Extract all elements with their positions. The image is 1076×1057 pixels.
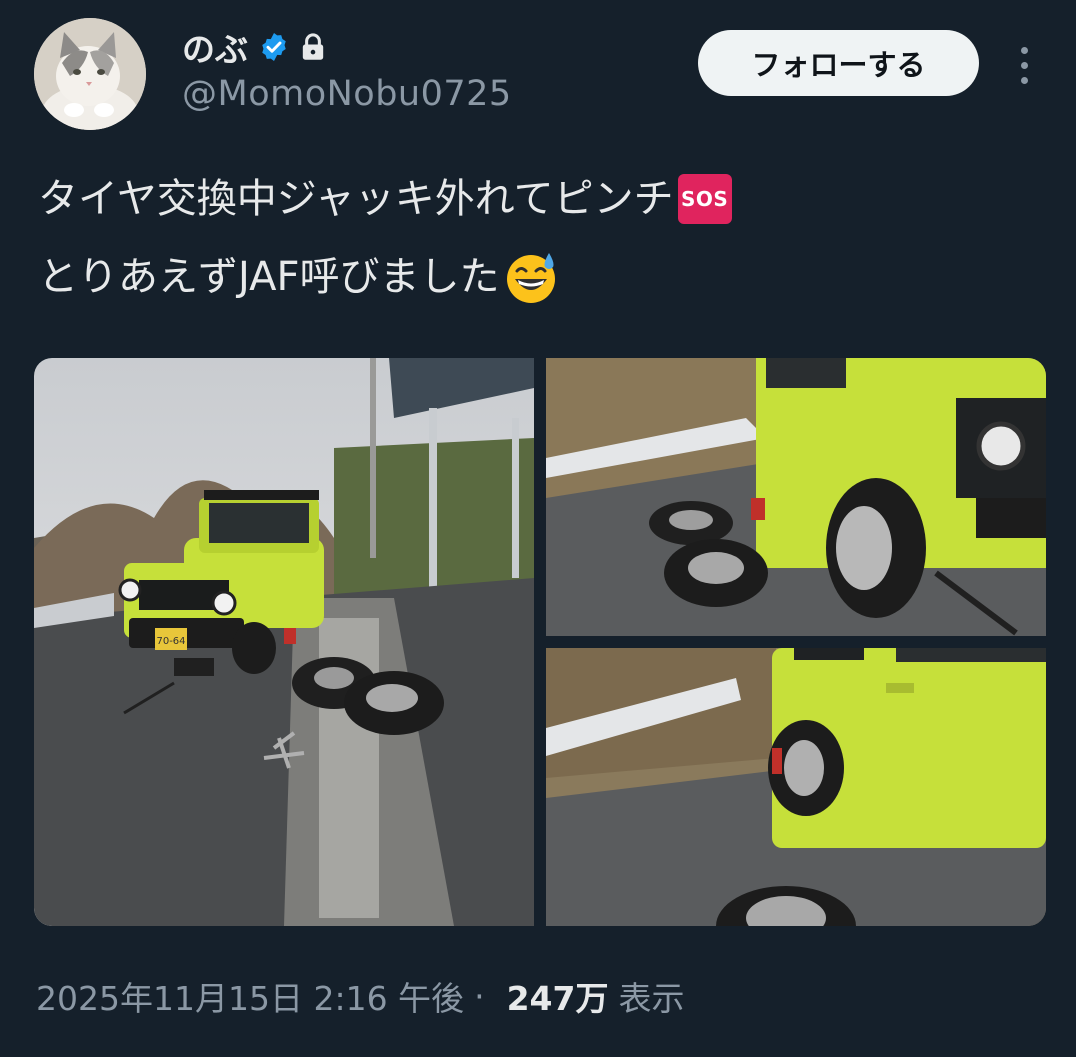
user-handle[interactable]: @MomoNobu0725 [182, 74, 512, 114]
yellow-jimny-on-jack-photo[interactable]: 70-64 [34, 358, 534, 926]
verified-badge-icon [262, 33, 286, 61]
more-dot [1020, 76, 1028, 84]
views-label: 表示 [618, 979, 685, 1018]
meta-separator: · [474, 976, 485, 1016]
media-grid: 70-64 [34, 358, 1046, 926]
display-name[interactable]: のぶ [182, 23, 248, 71]
tweet-line-2-text: とりあえずJAF呼びました [38, 254, 500, 300]
lock-icon [302, 33, 324, 60]
more-dot [1020, 61, 1028, 69]
tweet-line-2: とりあえずJAF呼びました [38, 238, 1038, 316]
avatar[interactable] [34, 18, 146, 130]
rear-wheel-side-photo[interactable] [546, 648, 1046, 926]
name-row: のぶ [182, 24, 326, 70]
tweet-text: タイヤ交換中ジャッキ外れてピンチ SOS とりあえずJAF呼びました [38, 160, 1038, 316]
license-plate-text: 70-64 [156, 636, 185, 647]
more-vertical-icon[interactable] [1006, 40, 1042, 90]
views-count[interactable]: 247万 [507, 972, 609, 1020]
tweet-line-1-text: タイヤ交換中ジャッキ外れてピンチ [38, 176, 674, 222]
tweet-header: のぶ @MomoNobu0725 フォローする [0, 0, 1076, 150]
timestamp[interactable]: 2025年11月15日 2:16 午後 [36, 972, 464, 1020]
tweet-meta: 2025年11月15日 2:16 午後 · 247万 表示 [36, 972, 684, 1020]
sos-emoji-icon: SOS [677, 174, 732, 224]
tweet-line-1: タイヤ交換中ジャッキ外れてピンチ SOS [38, 160, 1038, 238]
follow-button[interactable]: フォローする [698, 30, 979, 96]
front-wheel-close-up-photo[interactable] [546, 358, 1046, 636]
grinning-sweat-emoji-icon [507, 253, 556, 303]
more-dot [1020, 46, 1028, 54]
cat-avatar-icon [34, 18, 146, 130]
